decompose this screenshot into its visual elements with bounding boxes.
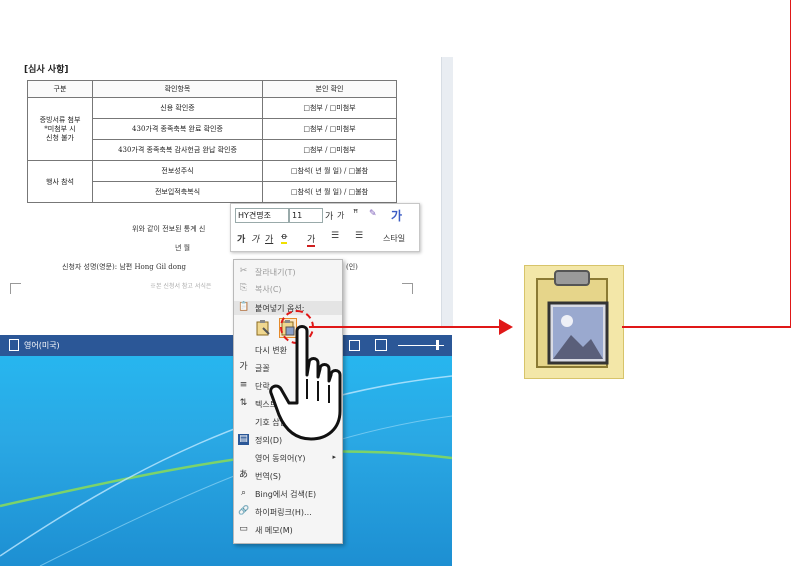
signature-suffix: (인) (346, 263, 358, 271)
margin-corner-mark (10, 283, 21, 294)
menu-item-label: 잘라내기(T) (255, 268, 296, 277)
search-icon: ⌕ (240, 488, 247, 498)
scissors-icon: ✂ (239, 266, 248, 276)
document-scrollbar[interactable] (441, 57, 453, 327)
translate-icon: あ (238, 470, 248, 480)
zoom-slider-thumb[interactable] (436, 340, 439, 350)
table-cell-item: 전보입적축복식 (92, 181, 263, 203)
menu-item-label: 영어 동의어(Y) (255, 454, 306, 463)
font-name-box[interactable]: HY견명조 (235, 208, 289, 223)
menu-item-label: 하이퍼링크(H)... (255, 508, 312, 517)
font-color-icon[interactable]: 가 (307, 232, 316, 247)
menu-item-synonyms[interactable]: 영어 동의어(Y) ▸ (234, 450, 342, 466)
document-line-1: 위와 같이 전보된 통계 신 (132, 225, 206, 233)
signature-line: 신청자 성명(영문): 남편 Hong Gil dong (62, 263, 186, 271)
grow-font-button[interactable]: 가 (325, 209, 333, 222)
menu-item-label: Bing에서 검색(E) (255, 490, 317, 499)
menu-item-label: 번역(S) (255, 472, 282, 481)
status-language[interactable]: 영어(미국) (24, 340, 60, 351)
table-cell-item: 430가격 종족축복 감사헌금 완납 확인증 (92, 139, 263, 161)
hyperlink-icon: 🔗 (238, 506, 250, 516)
header-item: 확인항목 (92, 80, 263, 98)
bold-button[interactable]: 가 (237, 232, 245, 245)
menu-item-cut[interactable]: ✂ 잘라내기(T) (234, 264, 342, 280)
table-cell-item: 신용 확인증 (92, 97, 263, 119)
table-cell-check: □첨부 / □미첨부 (262, 118, 397, 140)
status-bar: 영어(미국) (0, 335, 452, 356)
print-layout-icon[interactable] (375, 339, 387, 351)
page-layout-icon[interactable] (9, 339, 19, 351)
table-header-row: 구분 확인항목 본인 확인 (27, 80, 397, 98)
paragraph-icon: ≡ (239, 380, 248, 390)
comment-icon: ▭ (239, 524, 248, 534)
format-painter-icon[interactable]: ✎ (369, 209, 377, 219)
highlight-color-icon[interactable]: ꝋ (281, 232, 288, 244)
review-table: 구분 확인항목 본인 확인 증빙서류 첨부 *미첨부 시 신청 불가 신용 확인… (27, 80, 397, 203)
italic-button[interactable]: 가 (251, 232, 259, 245)
document-line-2: 년 월 (175, 244, 191, 252)
styles-button[interactable]: 스타일 (383, 233, 405, 244)
copy-icon: ⎘ (239, 283, 248, 293)
table-cell-check: □첨부 / □미첨부 (262, 139, 397, 161)
paste-picture-large-icon (536, 270, 609, 368)
read-mode-icon[interactable] (349, 340, 360, 351)
menu-item-bing-search[interactable]: ⌕ Bing에서 검색(E) (234, 486, 342, 502)
numbering-icon[interactable]: ☰ (355, 231, 363, 241)
mini-format-toolbar: HY견명조 11 가 가 ꟸ ✎ 가 가 가 가 ꝋ 가 ☰ ☰ 스타일 (230, 203, 420, 252)
font-size-box[interactable]: 11 (289, 208, 323, 223)
table-cell-item: 430가격 종족축복 완료 확인증 (92, 118, 263, 140)
table-cell-item: 전보성주식 (92, 160, 263, 182)
definition-icon: ▤ (238, 434, 249, 445)
text-direction-icon: ⇅ (239, 398, 248, 408)
pointer-arrow-line (309, 326, 509, 328)
phonetic-guide-icon[interactable]: ꟸ (353, 209, 358, 219)
connector-line-horizontal (622, 326, 791, 328)
table-row: 증빙서류 첨부 *미첨부 시 신청 불가 신용 확인증 □첨부 / □미첨부 (27, 97, 397, 161)
header-category: 구분 (27, 80, 93, 98)
table-cell-check: □참석( 년 월 일) / □불참 (262, 160, 397, 182)
menu-item-label: 복사(C) (255, 285, 282, 294)
footer-note: ※본 신청서 참고 서식은 (150, 283, 212, 290)
hand-pointer-icon (269, 325, 342, 441)
styles-icon[interactable]: 가 (391, 207, 402, 224)
margin-corner-mark (402, 283, 413, 294)
menu-item-translate[interactable]: あ 번역(S) (234, 468, 342, 484)
menu-item-copy[interactable]: ⎘ 복사(C) (234, 281, 342, 297)
group-label-documents: 증빙서류 첨부 *미첨부 시 신청 불가 (27, 97, 93, 161)
menu-item-hyperlink[interactable]: 🔗 하이퍼링크(H)... (234, 504, 342, 520)
underline-button[interactable]: 가 (265, 232, 273, 245)
section-title: [심사 사항] (24, 65, 69, 75)
table-cell-check: □첨부 / □미첨부 (262, 97, 397, 119)
shrink-font-button[interactable]: 가 (337, 210, 344, 221)
table-row: 행사 참석 전보성주식 □참석( 년 월 일) / □불참 (27, 160, 397, 203)
pointer-arrow-head (499, 319, 513, 335)
wallpaper-lines (0, 375, 452, 566)
menu-item-new-comment[interactable]: ▭ 새 메모(M) (234, 522, 342, 538)
font-icon: 가 (239, 362, 248, 372)
submenu-arrow-icon: ▸ (332, 453, 336, 461)
menu-item-label: 새 메모(M) (255, 526, 293, 535)
bullets-icon[interactable]: ☰ (331, 231, 339, 241)
header-check: 본인 확인 (262, 80, 397, 98)
paste-icon: 📋 (238, 302, 250, 312)
table-cell-check: □참석( 년 월 일) / □불참 (262, 181, 397, 203)
group-label-attendance: 행사 참석 (27, 160, 93, 203)
desktop-wallpaper (0, 356, 452, 566)
